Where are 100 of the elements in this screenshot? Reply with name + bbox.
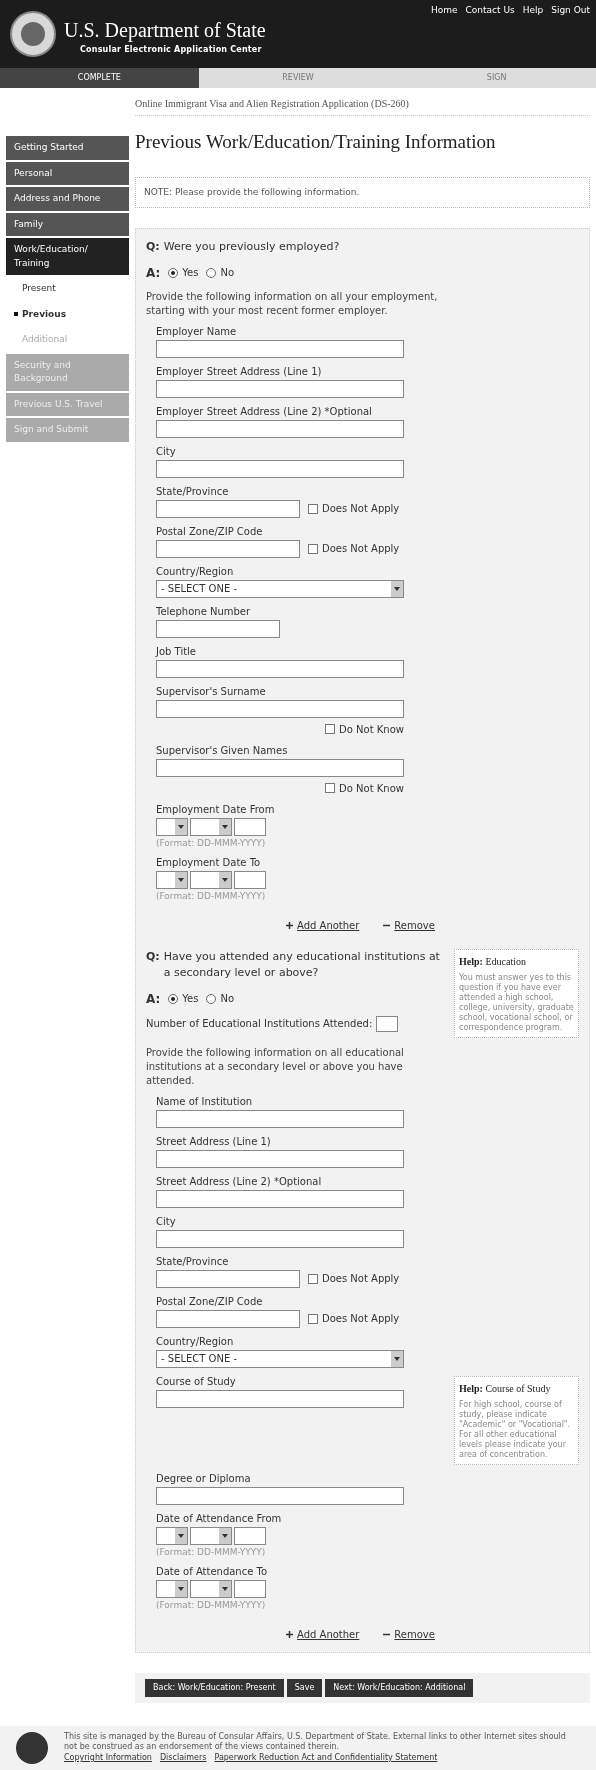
header-link[interactable]: Home	[430, 4, 458, 18]
nav-button[interactable]: Next: Work/Education: Additional	[325, 1678, 474, 1697]
input-field[interactable]	[156, 1189, 404, 1208]
field-label: Job Title	[156, 645, 198, 658]
input-field[interactable]	[156, 419, 404, 438]
remove-link[interactable]: Remove	[394, 1626, 435, 1642]
month-select[interactable]	[190, 870, 232, 889]
day-select[interactable]	[156, 1579, 188, 1598]
nav-button[interactable]: Save	[286, 1678, 323, 1697]
month-select[interactable]	[190, 817, 232, 836]
input-field[interactable]	[156, 699, 404, 718]
add-another-link[interactable]: Add Another	[297, 917, 360, 933]
input-field[interactable]	[156, 459, 404, 478]
footer-text: This site is managed by the Bureau of Consular Affairs, U.S. Department of State. External links to other Internet sites should not be construed as an endorsement of the views contained therein.	[64, 1732, 567, 1752]
month-select[interactable]	[190, 1526, 232, 1545]
nav-item[interactable]: Address and Phone	[6, 187, 129, 211]
question-marker: Q:	[146, 239, 160, 255]
radio-button[interactable]	[206, 993, 217, 1004]
input-field[interactable]	[156, 1109, 404, 1128]
remove-link[interactable]: Remove	[394, 917, 435, 933]
help-title: Help: Education	[459, 954, 527, 969]
help-text: For high school, course of study, please indicate "Academic" or "Vocational". For all other educational levels please indicate your area of concentration.	[459, 1399, 572, 1460]
field-label: Degree or Diploma	[156, 1472, 252, 1485]
answer-marker: A:	[146, 990, 161, 1008]
field-label: Date of Attendance To	[156, 1565, 269, 1578]
field-label: Employer Name	[156, 325, 238, 338]
field-label: Course of Study	[156, 1375, 237, 1388]
progress-step: COMPLETE	[0, 68, 199, 88]
checkbox[interactable]	[308, 503, 318, 514]
checkbox[interactable]	[325, 724, 336, 734]
checkbox[interactable]	[308, 543, 318, 554]
field-label: Employer Street Address (Line 2) *Optional	[156, 405, 373, 418]
input-field[interactable]	[156, 1269, 300, 1288]
field-label: City	[156, 1215, 177, 1228]
field-label: Date of Attendance From	[156, 1512, 283, 1525]
checkbox[interactable]	[325, 783, 336, 793]
checkbox-label: Do Not Know	[339, 722, 404, 737]
header-link[interactable]: Sign Out	[551, 4, 590, 18]
input-field[interactable]	[156, 1389, 404, 1408]
footer-link[interactable]: Disclaimers	[159, 1752, 207, 1764]
progress-step: REVIEW	[198, 68, 398, 88]
nav-subitem[interactable]: Present	[22, 277, 56, 301]
field-label: Country/Region	[156, 1335, 235, 1348]
nav-item[interactable]: Family	[6, 212, 129, 236]
instructions-text: Provide the following information on all your employment, starting with your most recent former employer.	[146, 289, 439, 318]
year-field[interactable]	[234, 870, 266, 889]
select-field[interactable]: - SELECT ONE -	[156, 1349, 404, 1368]
checkbox-label: Does Not Apply	[322, 542, 400, 556]
input-field[interactable]	[156, 379, 404, 398]
radio-button[interactable]	[168, 993, 179, 1004]
field-label: State/Province	[156, 1255, 230, 1268]
site-subtitle: Consular Electronic Application Center	[80, 44, 263, 56]
day-select[interactable]	[156, 870, 188, 889]
field-label: Street Address (Line 2) *Optional	[156, 1175, 323, 1188]
add-another-link[interactable]: Add Another	[297, 1626, 360, 1642]
site-title: U.S. Department of State	[64, 20, 266, 40]
input-field[interactable]	[156, 1309, 300, 1328]
plus-icon	[286, 1630, 293, 1638]
input-field[interactable]	[156, 659, 404, 678]
input-field[interactable]	[156, 499, 300, 518]
field-label: City	[156, 445, 177, 458]
nav-item[interactable]: Personal	[6, 161, 129, 185]
nav-button[interactable]: Back: Work/Education: Present	[145, 1678, 284, 1697]
footer-link[interactable]: Copyright Information	[64, 1752, 152, 1764]
field-label: Name of Institution	[156, 1095, 254, 1108]
input-field[interactable]	[156, 619, 280, 638]
field-label: Postal Zone/ZIP Code	[156, 525, 264, 538]
radio-button[interactable]	[168, 267, 179, 278]
radio-button[interactable]	[206, 267, 217, 278]
checkbox-label: Does Not Apply	[322, 1272, 400, 1286]
seal-icon	[16, 1732, 48, 1764]
select-field[interactable]: - SELECT ONE -	[156, 579, 404, 598]
year-field[interactable]	[234, 817, 266, 836]
field-label: Employer Street Address (Line 1)	[156, 365, 323, 378]
input-field[interactable]	[156, 1486, 404, 1505]
input-field[interactable]	[156, 758, 404, 777]
input-field[interactable]	[156, 1229, 404, 1248]
month-select[interactable]	[190, 1579, 232, 1598]
nav-subitem[interactable]: Previous	[22, 302, 67, 326]
year-field[interactable]	[234, 1579, 266, 1598]
year-field[interactable]	[234, 1526, 266, 1545]
field-label: Country/Region	[156, 565, 235, 578]
input-field[interactable]	[156, 339, 404, 358]
field-label: Postal Zone/ZIP Code	[156, 1295, 264, 1308]
header-link[interactable]: Help	[522, 4, 544, 18]
footer-link[interactable]: Paperwork Reduction Act and Confidentiality Statement	[214, 1752, 438, 1764]
checkbox[interactable]	[308, 1313, 318, 1324]
header-link[interactable]: Contact Us	[465, 4, 515, 18]
nav-item[interactable]: Work/Education/ Training	[6, 238, 129, 275]
question-marker: Q:	[146, 948, 160, 965]
count-field[interactable]	[376, 1015, 399, 1032]
field-label: State/Province	[156, 485, 230, 498]
field-label: Supervisor's Surname	[156, 685, 267, 698]
nav-item[interactable]: Getting Started	[6, 136, 129, 160]
input-field[interactable]	[156, 539, 300, 558]
day-select[interactable]	[156, 1526, 188, 1545]
checkbox[interactable]	[308, 1273, 318, 1284]
day-select[interactable]	[156, 817, 188, 836]
input-field[interactable]	[156, 1149, 404, 1168]
checkbox-label: Do Not Know	[339, 781, 404, 796]
